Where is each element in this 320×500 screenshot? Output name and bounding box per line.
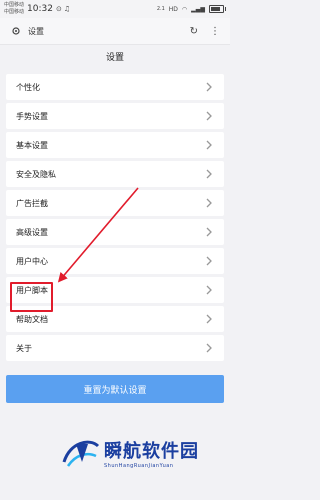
reload-icon[interactable]: ↻ <box>190 26 198 37</box>
settings-item-basic[interactable]: 基本设置 <box>6 132 224 158</box>
chevron-right-icon <box>206 198 212 208</box>
battery-icon <box>209 5 226 13</box>
carrier-2: 中国移动 <box>4 9 25 15</box>
status-bar: 中国移动 中国移动 10:32 ⊙ ♫ 2.1 HD ◠ ▂▄▆ <box>0 0 230 18</box>
watermark-logo <box>62 440 100 467</box>
reset-default-button[interactable]: 重置为默认设置 <box>6 375 224 403</box>
chevron-right-icon <box>206 343 212 353</box>
more-icon[interactable]: ⋮ <box>210 26 220 37</box>
settings-item-about[interactable]: 关于 <box>6 335 224 361</box>
chevron-right-icon <box>206 140 212 150</box>
settings-gear-icon <box>10 25 22 37</box>
settings-item-label: 安全及隐私 <box>16 169 56 179</box>
watermark-title: 瞬航软件园 <box>104 441 199 462</box>
settings-item-label: 个性化 <box>16 82 40 92</box>
watermark: 瞬航软件园 ShunHangRuanJianYuan <box>60 428 220 478</box>
settings-item-label: 基本设置 <box>16 140 48 150</box>
notification-icon: ⊙ <box>55 5 62 13</box>
settings-item-label: 帮助文档 <box>16 314 48 324</box>
chevron-right-icon <box>206 111 212 121</box>
chevron-right-icon <box>206 256 212 266</box>
status-time: 10:32 <box>27 4 53 14</box>
carrier-1: 中国移动 <box>4 2 25 8</box>
annotation-highlight-box <box>10 282 53 312</box>
status-right: 2.1 HD ◠ ▂▄▆ <box>156 5 226 13</box>
chevron-right-icon <box>206 227 212 237</box>
settings-item-gesture[interactable]: 手势设置 <box>6 103 224 129</box>
settings-item-user-center[interactable]: 用户中心 <box>6 248 224 274</box>
wifi-icon: ◠ <box>181 5 188 13</box>
battery-fill <box>211 7 220 11</box>
address-bar[interactable]: 设置 ↻ ⋮ <box>0 18 230 45</box>
settings-item-personalize[interactable]: 个性化 <box>6 74 224 100</box>
settings-item-label: 用户中心 <box>16 256 48 266</box>
page-title: 设置 <box>105 53 124 63</box>
settings-item-label: 关于 <box>16 343 32 353</box>
address-actions: ↻ ⋮ <box>190 26 220 37</box>
watermark-subtitle: ShunHangRuanJianYuan <box>104 463 174 469</box>
settings-item-label: 高级设置 <box>16 227 48 237</box>
carrier-info: 中国移动 中国移动 <box>4 2 24 16</box>
notification-icons: ⊙ ♫ <box>56 5 70 13</box>
settings-item-security-privacy[interactable]: 安全及隐私 <box>6 161 224 187</box>
chevron-right-icon <box>206 169 212 179</box>
chevron-right-icon <box>206 82 212 92</box>
settings-item-advanced[interactable]: 高级设置 <box>6 219 224 245</box>
hd-icon: HD <box>168 5 178 13</box>
settings-item-ad-block[interactable]: 广告拦截 <box>6 190 224 216</box>
address-text[interactable]: 设置 <box>28 26 44 37</box>
settings-item-label: 广告拦截 <box>16 198 48 208</box>
settings-item-label: 手势设置 <box>16 111 48 121</box>
network-speed: 2.1 <box>156 6 165 12</box>
settings-list: 个性化 手势设置 基本设置 安全及隐私 广告拦截 高级设置 用户中心 用户脚本 … <box>6 74 224 364</box>
bell-icon: ♫ <box>63 5 71 13</box>
chevron-right-icon <box>206 285 212 295</box>
chevron-right-icon <box>206 314 212 324</box>
signal-icon: ▂▄▆ <box>191 5 205 13</box>
watermark-text: 瞬航软件园 ShunHangRuanJianYuan <box>104 437 199 469</box>
